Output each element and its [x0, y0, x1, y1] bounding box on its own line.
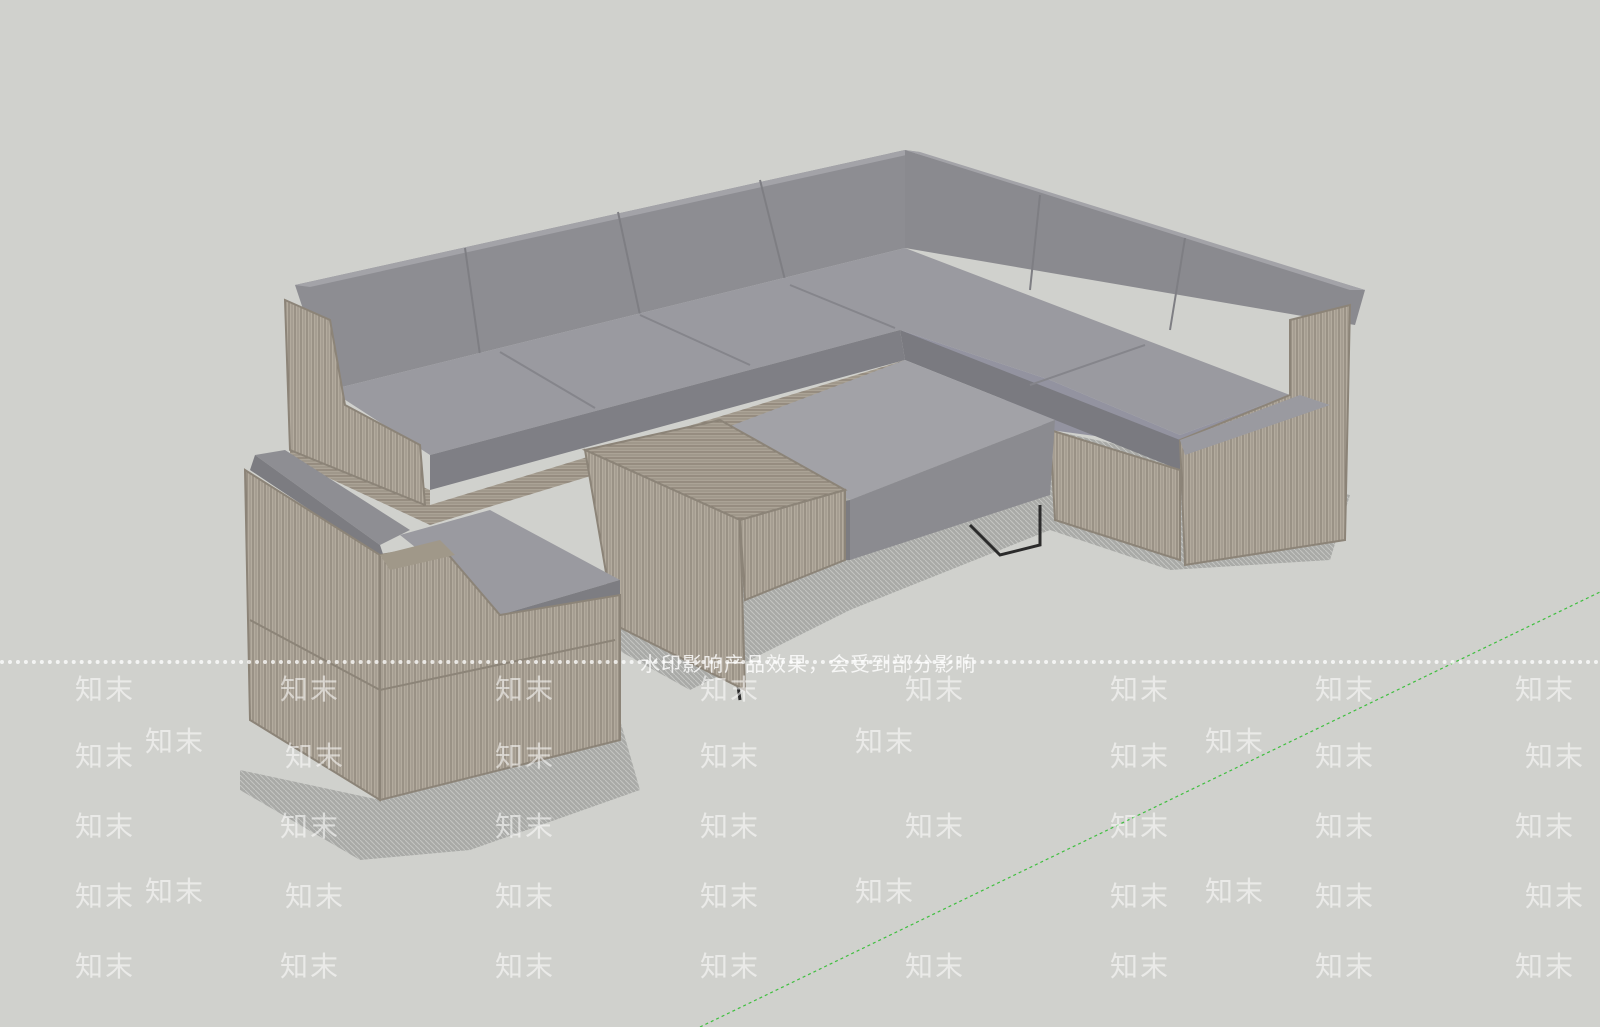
lounge-armchair — [243, 450, 621, 802]
scene-canvas — [240, 150, 1600, 1027]
green-axis-line — [699, 591, 1600, 1027]
model-viewport[interactable]: 水印影响产品效果，会受到部分影响 知末 知末 知末 知末 知末 知末 知末 知末… — [0, 0, 1600, 1027]
